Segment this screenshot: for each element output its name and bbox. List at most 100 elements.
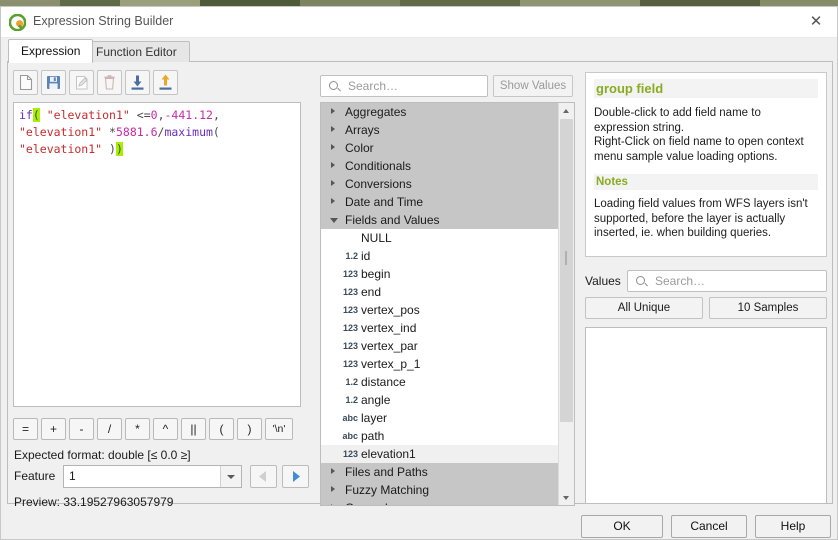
all-unique-button[interactable]: All Unique xyxy=(585,297,703,319)
chevron-down-icon[interactable] xyxy=(220,466,241,487)
tree-item-id[interactable]: 1.2 id xyxy=(321,247,559,265)
operator-button-row: = + - / * ^ ||() '\n' xyxy=(13,418,293,440)
tree-item-vertex-par[interactable]: 123 vertex_par xyxy=(321,337,559,355)
tree-item-label: vertex_par xyxy=(361,339,418,353)
tree-group-arrays[interactable]: Arrays xyxy=(321,121,559,139)
chevron-right-icon[interactable] xyxy=(331,108,335,114)
show-values-button[interactable]: Show Values xyxy=(493,75,573,97)
function-search-input[interactable]: Search… xyxy=(320,75,488,97)
close-icon[interactable]: ✕ xyxy=(805,12,827,32)
expression-token: maximum xyxy=(164,125,213,139)
chevron-right-icon[interactable] xyxy=(331,486,335,492)
previous-feature-button[interactable] xyxy=(250,465,277,488)
next-feature-button[interactable] xyxy=(282,465,309,488)
operator-minus[interactable]: - xyxy=(69,418,94,440)
operator-open-paren[interactable]: ( xyxy=(209,418,234,440)
expression-token: ) xyxy=(109,142,116,156)
operator-newline[interactable]: '\n' xyxy=(265,418,293,440)
save-expression-button[interactable] xyxy=(41,70,66,95)
tree-group-general[interactable]: General xyxy=(321,499,559,505)
tree-group-color[interactable]: Color xyxy=(321,139,559,157)
operator-divide[interactable]: / xyxy=(97,418,122,440)
import-expressions-button[interactable] xyxy=(125,70,150,95)
tree-item-layer[interactable]: abc layer xyxy=(321,409,559,427)
values-search-row: Values Search… xyxy=(585,270,827,292)
window-title: Expression String Builder xyxy=(33,14,174,28)
operator-equals[interactable]: = xyxy=(13,418,38,440)
tree-item-begin[interactable]: 123 begin xyxy=(321,265,559,283)
tree-item-distance[interactable]: 1.2 distance xyxy=(321,373,559,391)
operator-plus[interactable]: + xyxy=(41,418,66,440)
edit-expression-button xyxy=(69,70,94,95)
field-type-badge: 123 xyxy=(342,449,358,459)
function-tree-panel: Aggregates Arrays Color Conditionals Convers… xyxy=(320,102,575,506)
delete-expression-button xyxy=(97,70,122,95)
scroll-down-button[interactable] xyxy=(559,490,574,505)
new-file-icon xyxy=(19,74,33,91)
tree-group-conversions[interactable]: Conversions xyxy=(321,175,559,193)
expression-token: , xyxy=(157,108,165,122)
tree-group-aggregates[interactable]: Aggregates xyxy=(321,103,559,121)
tree-item-vertex-pos[interactable]: 123 vertex_pos xyxy=(321,301,559,319)
ok-button[interactable]: OK xyxy=(581,515,663,538)
tree-item-label: layer xyxy=(361,411,388,425)
operator-close-paren[interactable]: ) xyxy=(237,418,262,440)
tree-item-end[interactable]: 123 end xyxy=(321,283,559,301)
tree-item-label: vertex_pos xyxy=(361,303,420,317)
tree-group-date-and-time[interactable]: Date and Time xyxy=(321,193,559,211)
import-download-icon xyxy=(131,75,144,90)
tree-group-fields-and-values[interactable]: Fields and Values xyxy=(321,211,559,229)
tree-item-vertex-p-1[interactable]: 123 vertex_p_1 xyxy=(321,355,559,373)
feature-value: 1 xyxy=(69,469,76,483)
tab-function-editor[interactable]: Function Editor xyxy=(83,41,190,62)
tree-group-files-and-paths[interactable]: Files and Paths xyxy=(321,463,559,481)
feature-selector-row: Feature 1 xyxy=(14,465,309,489)
field-type-badge: 1.2 xyxy=(345,377,358,387)
new-expression-button[interactable] xyxy=(13,70,38,95)
tree-item-label: Conversions xyxy=(345,177,412,191)
help-body: Double-click to add field name to expres… xyxy=(594,107,804,163)
expression-token: * xyxy=(109,125,116,139)
tree-item-label: Fields and Values xyxy=(345,213,440,227)
tree-scrollbar[interactable] xyxy=(558,103,574,505)
operator-concat[interactable]: || xyxy=(181,418,206,440)
help-button[interactable]: Help xyxy=(755,515,831,538)
chevron-right-icon[interactable] xyxy=(331,468,335,474)
values-list[interactable] xyxy=(585,327,827,504)
tree-item-label: Color xyxy=(345,141,374,155)
cancel-button[interactable]: Cancel xyxy=(671,515,747,538)
expression-token xyxy=(40,108,47,122)
chevron-right-icon[interactable] xyxy=(331,162,335,168)
operator-multiply[interactable]: * xyxy=(125,418,150,440)
chevron-right-icon[interactable] xyxy=(331,126,335,132)
tree-item-label: Aggregates xyxy=(345,105,407,119)
tree-item-null[interactable]: NULL xyxy=(321,229,559,247)
expression-token: <= xyxy=(136,108,151,122)
chevron-right-icon[interactable] xyxy=(331,504,335,505)
operator-power[interactable]: ^ xyxy=(153,418,178,440)
expression-token: ) xyxy=(115,142,123,156)
values-search-input[interactable]: Search… xyxy=(627,270,827,292)
values-search-placeholder: Search… xyxy=(655,274,706,288)
expression-token xyxy=(130,108,137,122)
tab-expression[interactable]: Expression xyxy=(8,39,94,63)
expression-text-editor[interactable]: if( "elevation1" <=0,-441.12, "elevation… xyxy=(13,102,301,407)
chevron-down-icon[interactable] xyxy=(330,218,338,223)
scrollbar-thumb[interactable] xyxy=(560,119,573,422)
tree-item-elevation1[interactable]: 123 elevation1 xyxy=(321,445,559,463)
scroll-up-button[interactable] xyxy=(559,103,574,118)
tree-item-path[interactable]: abc path xyxy=(321,427,559,445)
tree-item-angle[interactable]: 1.2 angle xyxy=(321,391,559,409)
tab-bar: Expression Function Editor xyxy=(1,38,838,63)
ten-samples-button[interactable]: 10 Samples xyxy=(709,297,827,319)
tree-item-label: distance xyxy=(361,375,406,389)
chevron-right-icon[interactable] xyxy=(331,198,335,204)
tree-group-conditionals[interactable]: Conditionals xyxy=(321,157,559,175)
chevron-right-icon[interactable] xyxy=(331,180,335,186)
tree-item-vertex-ind[interactable]: 123 vertex_ind xyxy=(321,319,559,337)
export-expressions-button[interactable] xyxy=(153,70,178,95)
expression-token: "elevation1" xyxy=(19,142,103,156)
chevron-right-icon[interactable] xyxy=(331,144,335,150)
tree-group-fuzzy-matching[interactable]: Fuzzy Matching xyxy=(321,481,559,499)
feature-combo[interactable]: 1 xyxy=(63,465,242,488)
